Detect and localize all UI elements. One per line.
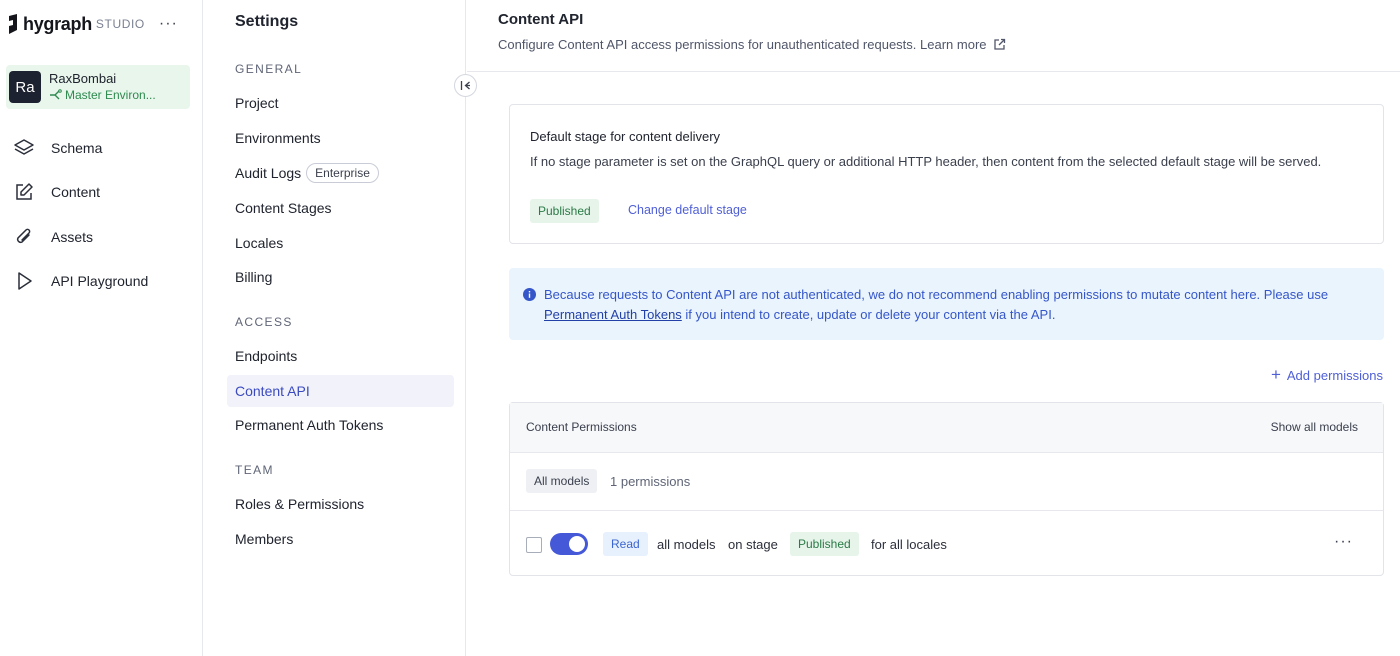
settings-item-audit-logs[interactable]: Audit Logs Enterprise — [227, 157, 454, 189]
default-stage-badge: Published — [530, 199, 599, 223]
section-general: GENERAL — [235, 62, 303, 76]
add-permissions-label: Add permissions — [1286, 367, 1383, 383]
permanent-auth-tokens-link[interactable]: Permanent Auth Tokens — [544, 307, 682, 322]
branch-icon — [50, 89, 62, 100]
settings-item-label: Permanent Auth Tokens — [235, 417, 384, 433]
collapse-sidebar-button[interactable] — [454, 74, 477, 97]
section-access: ACCESS — [235, 315, 293, 329]
settings-item-label: Endpoints — [235, 348, 298, 364]
settings-item-label: Members — [235, 531, 294, 547]
project-switcher[interactable]: Ra RaxBombai Master Environ... — [6, 65, 190, 109]
settings-item-project[interactable]: Project — [227, 87, 454, 119]
enterprise-badge: Enterprise — [306, 163, 379, 183]
nav-schema[interactable]: Schema — [12, 136, 102, 160]
environment-label: Master Environ... — [49, 87, 156, 103]
permission-more-button[interactable]: ··· — [1334, 533, 1353, 551]
nav-content[interactable]: Content — [12, 180, 100, 204]
layers-icon — [12, 136, 36, 160]
settings-title: Settings — [235, 13, 299, 30]
permission-models: all models — [657, 537, 716, 552]
plus-icon: + — [1270, 365, 1281, 384]
settings-item-label: Project — [235, 95, 279, 111]
settings-item-label: Content API — [235, 383, 310, 399]
permissions-header: Content Permissions Show all models — [510, 403, 1383, 453]
permission-locales: for all locales — [871, 537, 947, 552]
permission-row: Read all models on stage Published for a… — [510, 511, 1383, 575]
permission-enabled-toggle[interactable] — [550, 533, 588, 555]
brand-suffix: STUDIO — [95, 17, 145, 31]
settings-item-label: Content Stages — [235, 200, 332, 216]
learn-more-link[interactable]: Learn more — [920, 37, 986, 52]
app-root: hygraph STUDIO ··· Ra RaxBombai Master E… — [0, 0, 1400, 656]
settings-item-label: Billing — [235, 269, 273, 285]
nav-schema-label: Schema — [51, 140, 103, 156]
settings-item-content-stages[interactable]: Content Stages — [227, 192, 454, 224]
brand: hygraph STUDIO ··· — [6, 12, 178, 36]
settings-item-members[interactable]: Members — [227, 523, 454, 555]
nav-assets-label: Assets — [51, 229, 94, 245]
info-text-before: Because requests to Content API are not … — [544, 287, 1329, 302]
project-name: RaxBombai — [49, 71, 117, 86]
settings-item-label: Locales — [235, 235, 284, 251]
paperclip-icon — [12, 225, 36, 249]
info-text-after: if you intend to create, update or delet… — [681, 307, 1056, 322]
settings-item-label: Audit Logs — [235, 165, 302, 181]
edit-icon — [12, 180, 36, 204]
settings-item-roles-permissions[interactable]: Roles & Permissions — [227, 488, 454, 520]
permission-on-stage-label: on stage — [728, 537, 778, 552]
toggle-knob — [569, 536, 585, 552]
settings-item-label: Roles & Permissions — [235, 496, 365, 512]
settings-item-locales[interactable]: Locales — [227, 227, 454, 259]
default-stage-description: If no stage parameter is set on the Grap… — [530, 154, 1322, 169]
page-title: Content API — [498, 11, 584, 28]
permission-stage-badge: Published — [790, 532, 859, 556]
change-default-stage-link[interactable]: Change default stage — [628, 203, 747, 217]
show-all-models-button[interactable]: Show all models — [1271, 420, 1358, 434]
page-subtitle: Configure Content API access permissions… — [498, 37, 1006, 52]
default-stage-card: Default stage for content delivery If no… — [509, 104, 1384, 244]
settings-item-content-api[interactable]: Content API — [227, 375, 454, 407]
project-avatar: Ra — [9, 71, 41, 103]
permissions-count: 1 permissions — [610, 474, 691, 489]
all-models-chip[interactable]: All models — [526, 469, 598, 493]
nav-api-playground-label: API Playground — [51, 273, 149, 289]
brand-menu-button[interactable]: ··· — [159, 15, 178, 33]
nav-content-label: Content — [51, 184, 101, 200]
permissions-title: Content Permissions — [526, 420, 637, 434]
brand-name: hygraph — [23, 13, 92, 34]
section-team: TEAM — [235, 463, 274, 477]
main-content: Content API Configure Content API access… — [467, 0, 1400, 656]
info-banner-text: Because requests to Content API are not … — [544, 285, 1374, 325]
info-icon — [523, 288, 536, 301]
permission-action-badge: Read — [603, 532, 648, 556]
play-icon — [12, 269, 36, 293]
environment-name: Master Environ... — [65, 88, 156, 102]
settings-item-endpoints[interactable]: Endpoints — [227, 340, 454, 372]
content-permissions-card: Content Permissions Show all models All … — [509, 402, 1384, 576]
settings-item-permanent-auth-tokens[interactable]: Permanent Auth Tokens — [227, 409, 454, 441]
external-link-icon[interactable] — [993, 38, 1006, 51]
info-banner: Because requests to Content API are not … — [509, 268, 1384, 340]
default-stage-title: Default stage for content delivery — [530, 129, 721, 144]
nav-assets[interactable]: Assets — [12, 225, 93, 249]
settings-item-billing[interactable]: Billing — [227, 261, 454, 293]
add-permissions-button[interactable]: + Add permissions — [1270, 365, 1383, 384]
nav-api-playground[interactable]: API Playground — [12, 269, 148, 293]
hygraph-logo-icon — [9, 14, 17, 34]
page-header: Content API Configure Content API access… — [467, 0, 1400, 72]
page-subtitle-text: Configure Content API access permissions… — [498, 37, 917, 52]
permission-select-checkbox[interactable] — [526, 537, 542, 553]
permissions-filter-bar: All models 1 permissions — [510, 453, 1383, 511]
primary-sidebar: hygraph STUDIO ··· Ra RaxBombai Master E… — [0, 0, 203, 656]
settings-item-label: Environments — [235, 130, 321, 146]
settings-item-environments[interactable]: Environments — [227, 122, 454, 154]
settings-sidebar: Settings GENERAL Project Environments Au… — [204, 0, 466, 656]
collapse-left-icon — [460, 81, 470, 90]
